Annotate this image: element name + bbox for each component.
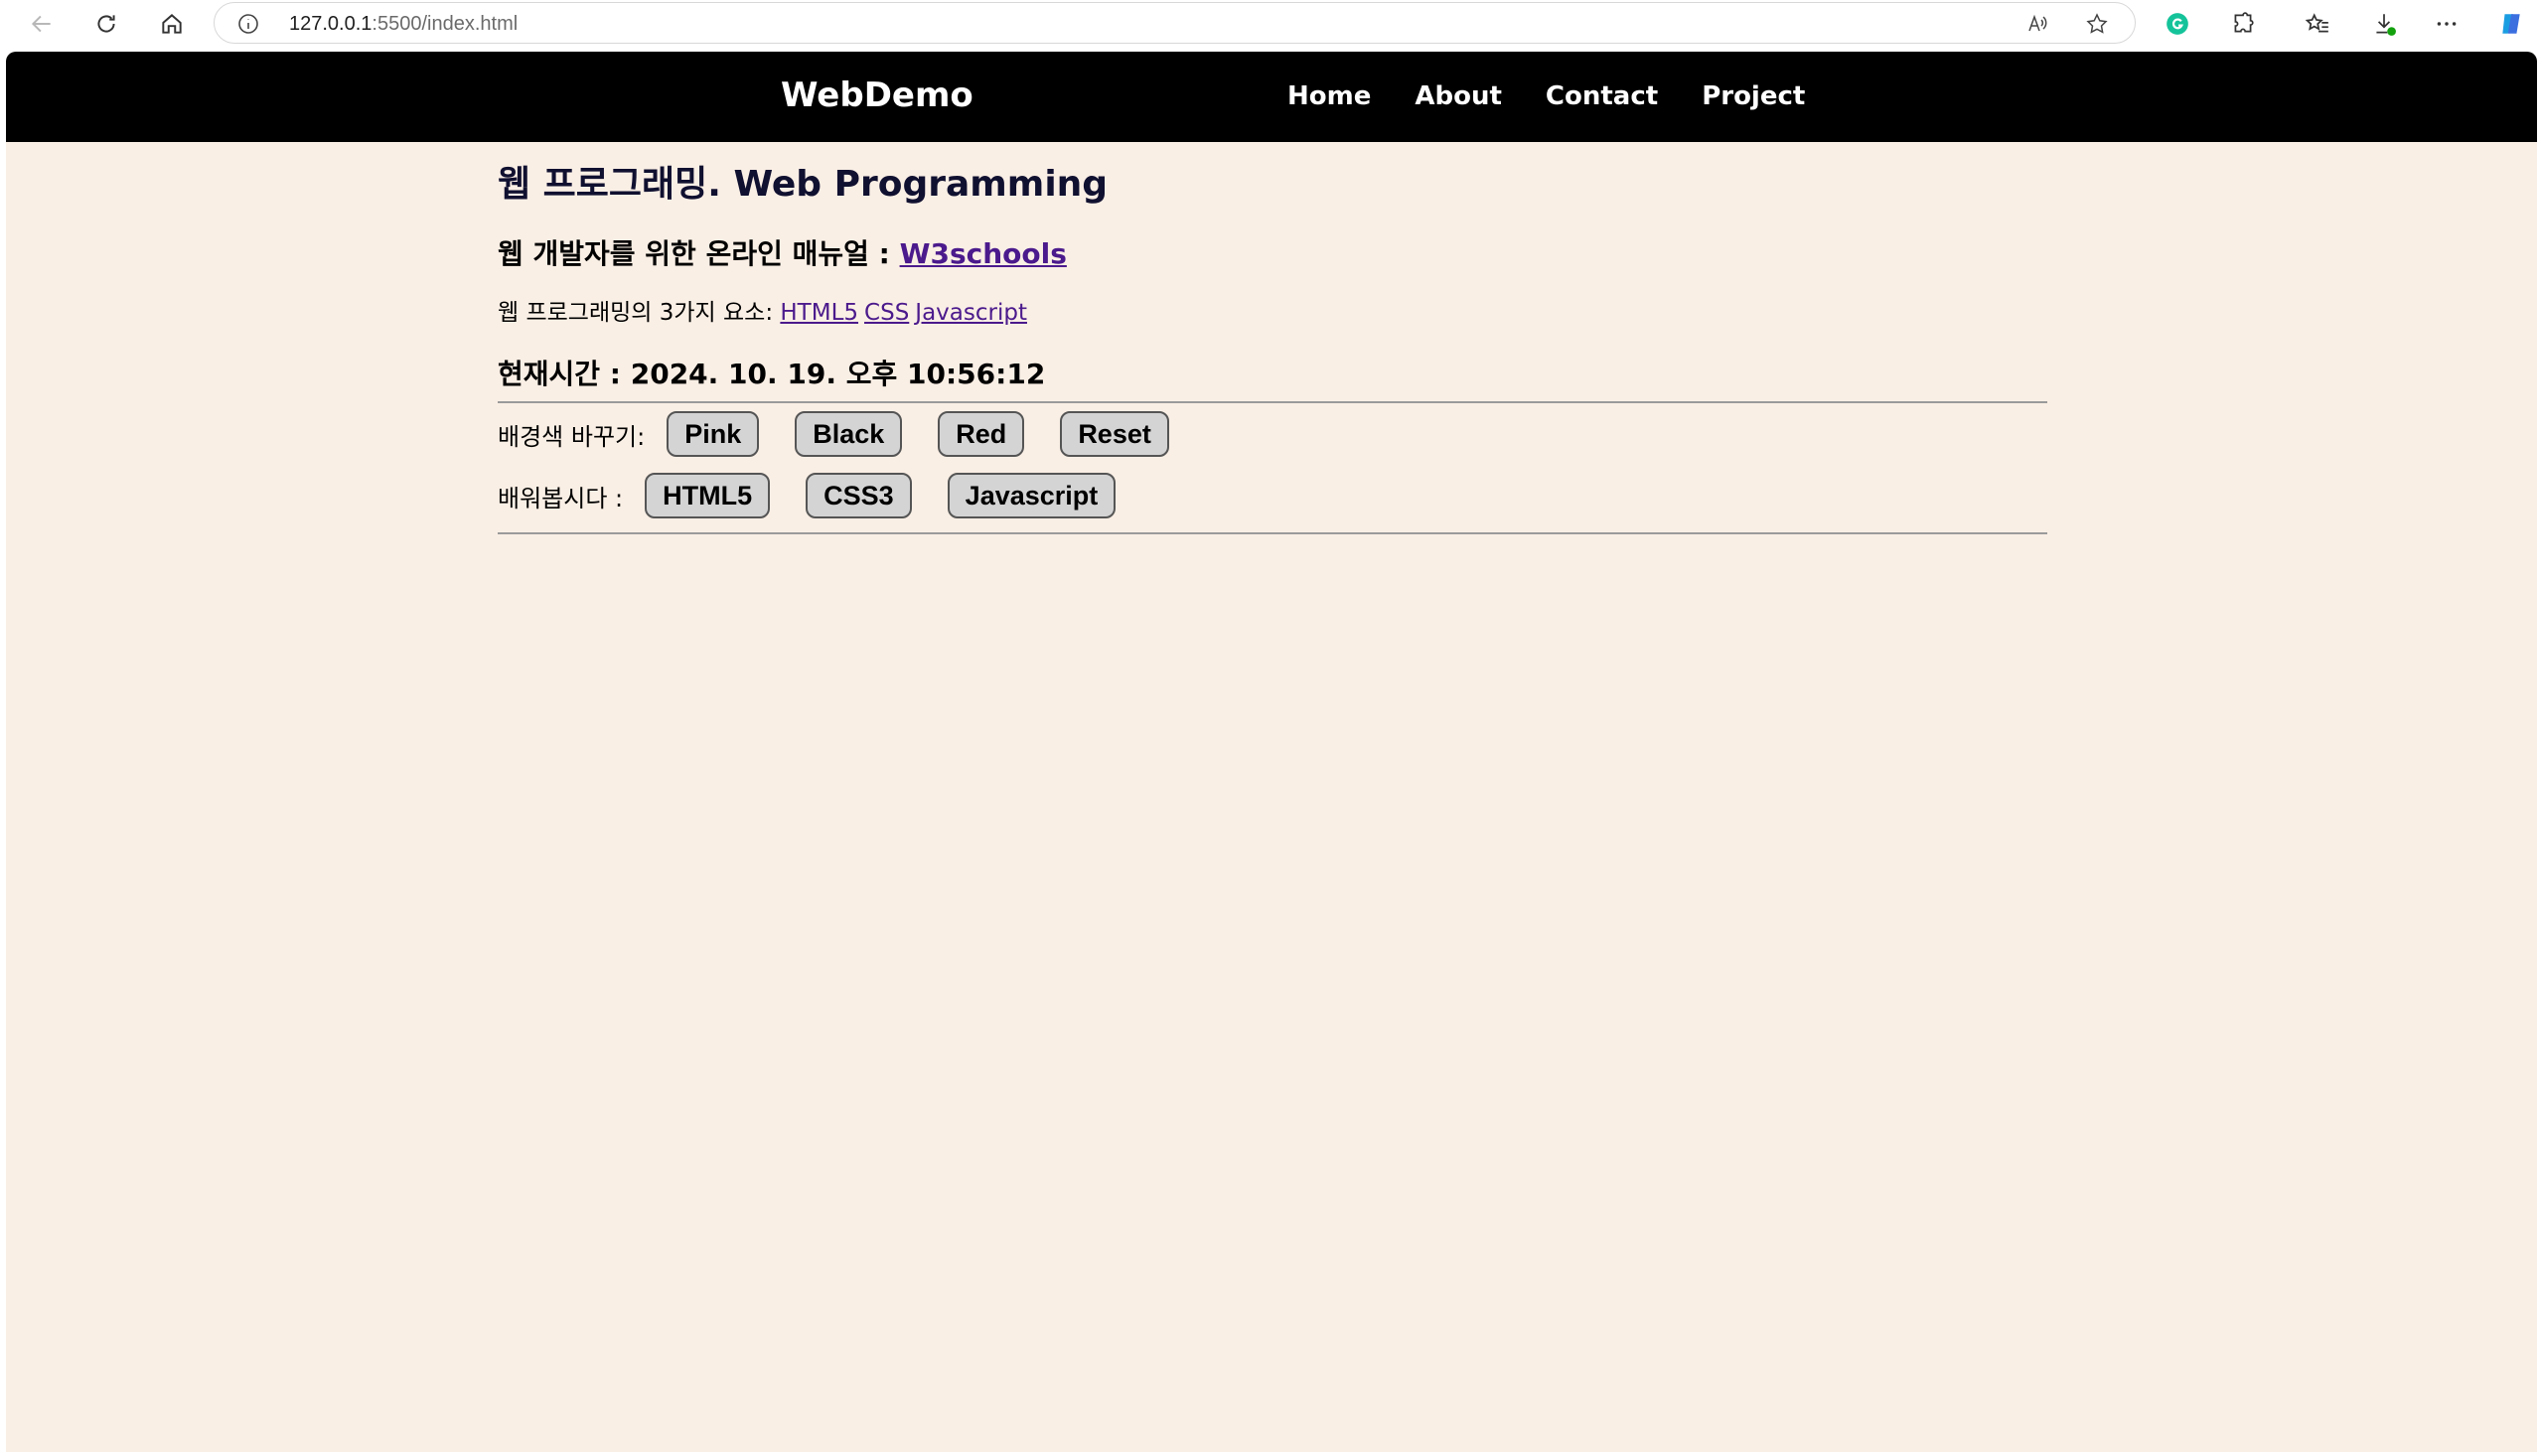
copilot-button[interactable] [2491,4,2531,44]
downloads-button[interactable] [2364,4,2404,44]
extensions-button[interactable] [2223,4,2263,44]
nav-links: Home About Contact Project [1287,81,1805,111]
address-bar[interactable]: 127.0.0.1:5500/index.html [214,2,2136,44]
pink-button[interactable]: Pink [667,411,760,457]
main-content: 웹 프로그래밍. Web Programming 웹 개발자를 위한 온라인 매… [498,159,2047,534]
learn-label: 배워봅시다 : [498,484,624,512]
nav-link-home[interactable]: Home [1287,81,1371,111]
arrow-left-icon [31,15,51,33]
more-menu-button[interactable] [2427,4,2467,44]
grammarly-icon [2167,13,2188,35]
css-link[interactable]: CSS [864,300,909,326]
black-button[interactable]: Black [795,411,903,457]
refresh-icon [97,15,115,33]
learn-row: 배워봅시다 : HTML5 CSS3 Javascript [498,465,2047,526]
bg-color-row: 배경색 바꾸기: Pink Black Red Reset [498,403,2047,465]
nav-link-project[interactable]: Project [1702,81,1805,111]
read-aloud-icon[interactable] [2025,12,2049,36]
url-host: 127.0.0.1 [289,13,373,35]
html5-button[interactable]: HTML5 [645,473,771,518]
info-icon[interactable] [236,12,260,36]
home-button[interactable] [152,4,192,44]
reset-button[interactable]: Reset [1060,411,1169,457]
grammarly-extension-button[interactable] [2158,4,2197,44]
css3-button[interactable]: CSS3 [806,473,912,518]
manual-heading-text: 웹 개발자를 위한 온라인 매뉴얼 : [498,237,900,270]
current-time: 현재시간 : 2024. 10. 19. 오후 10:56:12 [498,356,2047,393]
divider-bottom [498,532,2047,534]
web-elements-line: 웹 프로그래밍의 3가지 요소: HTML5 CSS Javascript [498,296,2047,330]
puzzle-icon [2234,12,2254,33]
red-button[interactable]: Red [938,411,1025,457]
star-icon[interactable] [2085,12,2109,36]
nav-link-about[interactable]: About [1415,81,1502,111]
url-text[interactable]: 127.0.0.1:5500/index.html [289,13,518,36]
javascript-link[interactable]: Javascript [915,300,1027,326]
back-button[interactable] [22,4,62,44]
favorites-icon [2305,13,2328,33]
favorites-button[interactable] [2298,4,2337,44]
download-icon [2376,14,2396,36]
javascript-button[interactable]: Javascript [947,473,1117,518]
refresh-button[interactable] [86,4,126,44]
copilot-icon [2502,14,2520,34]
w3schools-link[interactable]: W3schools [900,237,1067,270]
navbar: WebDemo Home About Contact Project [6,52,2537,142]
bg-color-label: 배경색 바꾸기: [498,422,646,451]
nav-link-contact[interactable]: Contact [1546,81,1658,111]
page-viewport: WebDemo Home About Contact Project 웹 프로그… [6,52,2537,1452]
manual-heading: 웹 개발자를 위한 온라인 매뉴얼 : W3schools [498,234,2047,274]
brand-logo[interactable]: WebDemo [781,75,973,115]
url-path: :5500/index.html [372,13,519,35]
browser-toolbar: 127.0.0.1:5500/index.html [0,0,2542,48]
home-icon [162,14,182,34]
html5-link[interactable]: HTML5 [780,300,858,326]
ellipsis-icon [2437,22,2457,26]
web-elements-label: 웹 프로그래밍의 3가지 요소: [498,300,781,326]
current-time-value: 2024. 10. 19. 오후 10:56:12 [630,358,1046,390]
current-time-label: 현재시간 : [498,358,631,390]
page-title: 웹 프로그래밍. Web Programming [498,164,1109,205]
